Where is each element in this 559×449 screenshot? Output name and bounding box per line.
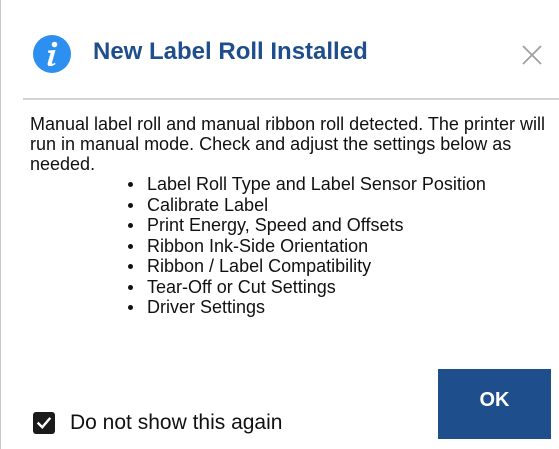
dialog-header: New Label Roll Installed <box>1 0 559 100</box>
dialog-title: New Label Roll Installed <box>93 38 368 65</box>
list-item: Ribbon / Label Compatibility <box>128 256 558 277</box>
ok-button[interactable]: OK <box>438 369 551 439</box>
info-icon <box>33 35 71 73</box>
settings-list: Label Roll Type and Label Sensor Positio… <box>30 174 558 318</box>
checkmark-icon <box>36 417 52 429</box>
do-not-show-again-option[interactable]: Do not show this again <box>33 408 282 438</box>
new-label-roll-dialog: New Label Roll Installed Manual label ro… <box>0 0 559 449</box>
list-item: Calibrate Label <box>128 195 558 216</box>
message-text: Manual label roll and manual ribbon roll… <box>30 114 545 174</box>
do-not-show-again-checkbox[interactable] <box>33 412 55 434</box>
list-item: Label Roll Type and Label Sensor Positio… <box>128 174 558 195</box>
list-item: Ribbon Ink-Side Orientation <box>128 236 558 257</box>
list-item: Tear-Off or Cut Settings <box>128 277 558 298</box>
checkbox-label: Do not show this again <box>70 411 283 434</box>
close-icon[interactable] <box>519 42 545 68</box>
list-item: Print Energy, Speed and Offsets <box>128 215 558 236</box>
header-divider <box>23 98 559 100</box>
dialog-message: Manual label roll and manual ribbon roll… <box>30 114 558 318</box>
list-item: Driver Settings <box>128 297 558 318</box>
